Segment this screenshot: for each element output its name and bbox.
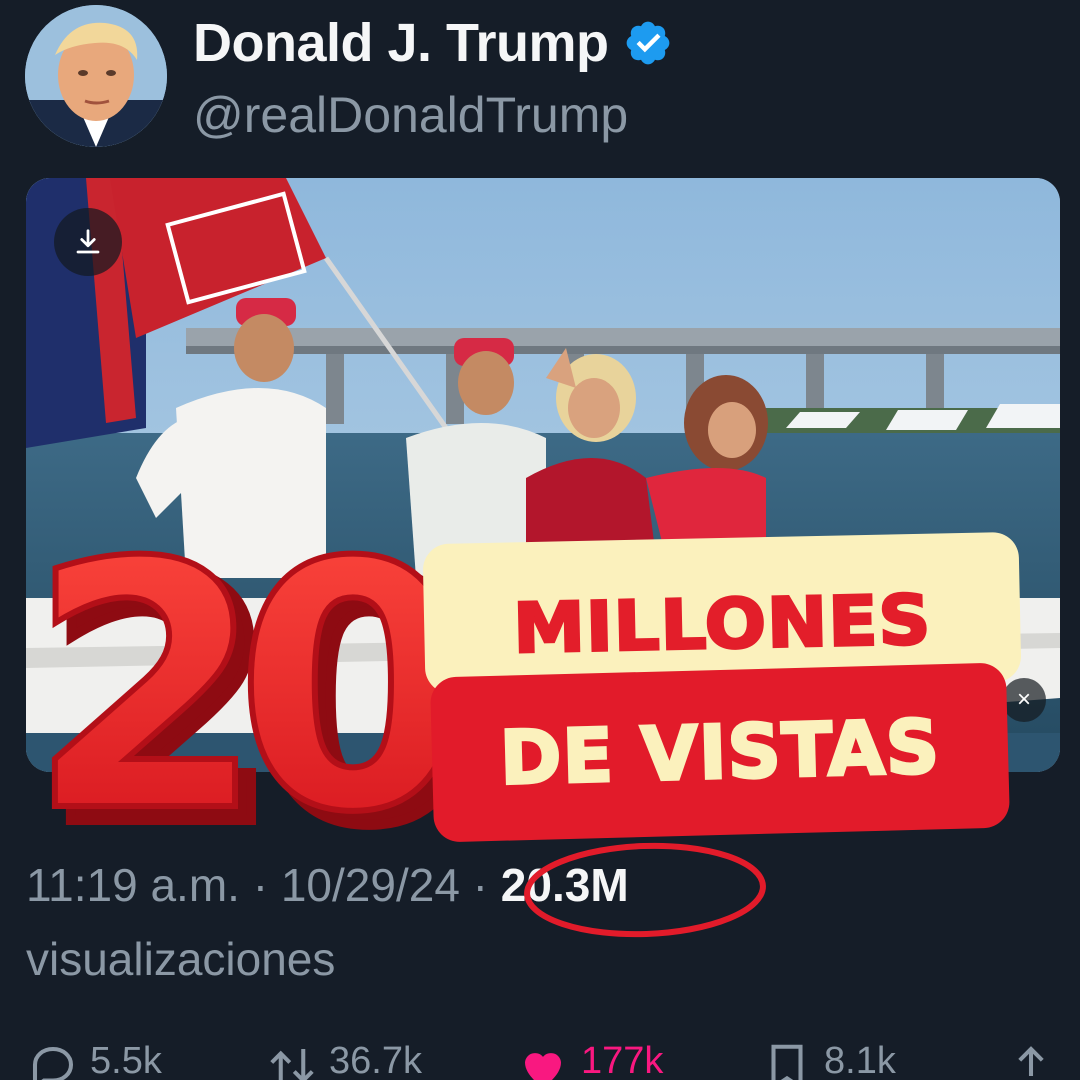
repost-count: 36.7k: [329, 1040, 422, 1080]
close-button[interactable]: ×: [1002, 678, 1046, 722]
reply-count: 5.5k: [90, 1040, 162, 1080]
tweet-date[interactable]: 10/29/24: [281, 859, 460, 911]
banner-millones-text: MILLONES: [511, 578, 934, 669]
display-name-text: Donald J. Trump: [193, 13, 609, 73]
heart-icon: [525, 1053, 561, 1080]
download-icon: [76, 229, 100, 254]
repost-icon: [270, 1049, 314, 1080]
big-number: 20: [28, 502, 440, 852]
meta-separator-2: ·: [459, 859, 501, 911]
repost-action[interactable]: 36.7k: [265, 1040, 422, 1080]
share-icon: [1018, 1046, 1044, 1076]
banner-de-vistas: DE VISTAS: [429, 662, 1011, 843]
avatar[interactable]: [25, 5, 167, 147]
reply-icon: [32, 1046, 74, 1080]
avatar-image: [25, 5, 167, 147]
tweet-actions: 5.5k 36.7k 177k 8.1k: [0, 1040, 1080, 1080]
bookmark-action[interactable]: 8.1k: [760, 1040, 896, 1080]
bookmark-count: 8.1k: [824, 1040, 896, 1080]
reply-action[interactable]: 5.5k: [26, 1040, 162, 1080]
banner-de-vistas-text: DE VISTAS: [497, 702, 942, 802]
verified-badge-icon: [626, 21, 669, 65]
views-label: visualizaciones: [26, 933, 336, 985]
share-action[interactable]: [1004, 1040, 1068, 1080]
views-highlight-circle: [524, 842, 766, 938]
download-button[interactable]: [54, 208, 122, 276]
display-name[interactable]: Donald J. Trump: [193, 12, 673, 74]
big-number-graphic: 20 20: [25, 502, 440, 852]
tweet-time[interactable]: 11:19 a.m.: [26, 859, 240, 911]
like-count: 177k: [581, 1040, 664, 1080]
meta-separator: ·: [239, 859, 281, 911]
bookmark-icon: [771, 1044, 803, 1080]
like-action[interactable]: 177k: [515, 1040, 663, 1080]
handle[interactable]: @realDonaldTrump: [193, 86, 628, 144]
